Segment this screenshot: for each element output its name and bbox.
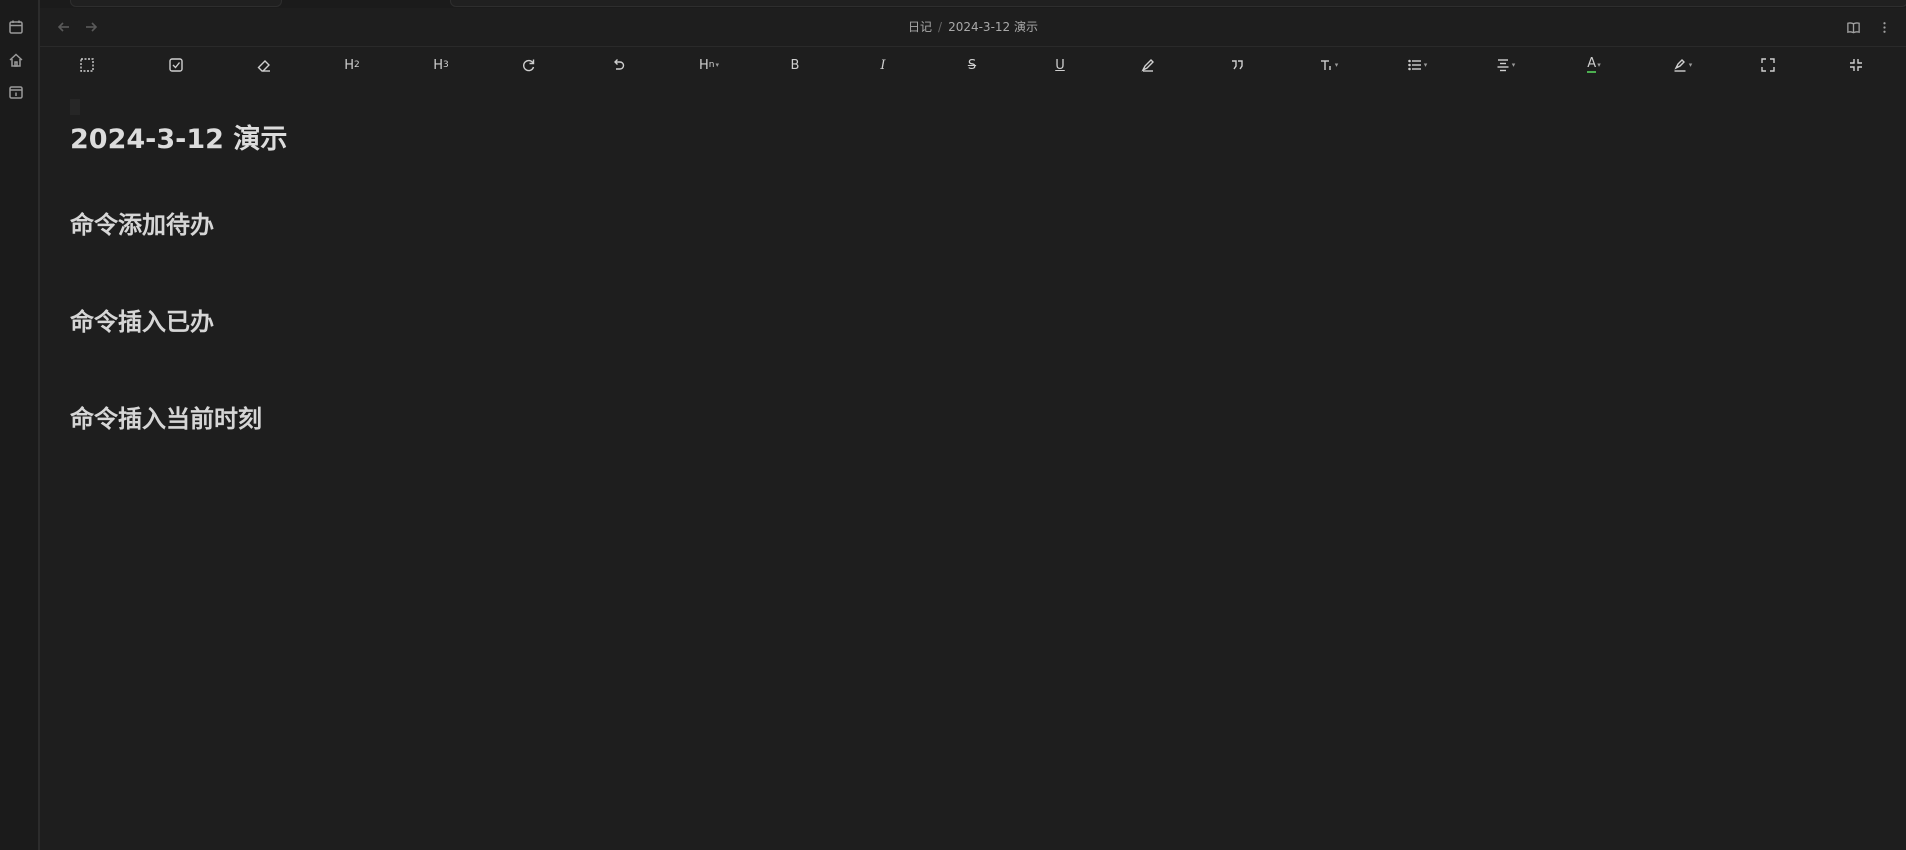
italic-button[interactable]: I xyxy=(871,55,895,75)
font-color-caret-icon: ▾ xyxy=(1597,61,1601,69)
font-color-button[interactable]: A ▾ xyxy=(1579,55,1609,75)
heading-insert-time[interactable]: 命令插入当前时刻 xyxy=(70,399,262,434)
heading-n-button[interactable]: Hn ▾ xyxy=(694,55,724,75)
strikethrough-label: S xyxy=(967,57,977,73)
fullscreen-icon[interactable] xyxy=(1756,55,1780,75)
heading-insert-done[interactable]: 命令插入已办 xyxy=(70,302,214,337)
align-icon[interactable]: ▾ xyxy=(1490,55,1520,75)
heading-2-label: H xyxy=(344,57,355,73)
tab-active-edge xyxy=(450,0,1906,7)
eraser-icon[interactable] xyxy=(252,55,276,75)
heading-add-todo[interactable]: 命令添加待办 xyxy=(70,205,214,240)
exit-fullscreen-icon[interactable] xyxy=(1844,55,1868,75)
app-window: 日记/2024-3-12 演示 H2 H3 H n ▾ B I S U ▾ ▾ … xyxy=(0,0,1906,850)
font-color-label: A xyxy=(1587,56,1597,73)
undo-icon[interactable] xyxy=(606,55,630,75)
heading-3-label: H xyxy=(433,57,444,73)
bold-button[interactable]: B xyxy=(783,55,807,75)
breadcrumb: 日记 / 2024-3-12 演示 xyxy=(40,18,1906,35)
quote-icon[interactable] xyxy=(1225,55,1249,75)
underline-label: U xyxy=(1055,57,1065,73)
highlight-color-icon[interactable]: ▾ xyxy=(1667,55,1697,75)
view-header: 日记 / 2024-3-12 演示 xyxy=(40,8,1906,46)
daily-note-icon[interactable] xyxy=(7,83,25,101)
breadcrumb-parent[interactable]: 日记 xyxy=(908,20,932,34)
heading-2-sub: 2 xyxy=(354,60,360,70)
align-caret-icon: ▾ xyxy=(1511,61,1516,69)
bold-label: B xyxy=(790,57,800,73)
heading-n-sub: n xyxy=(708,60,715,70)
tab-left-edge xyxy=(70,0,282,7)
heading-3-sub: 3 xyxy=(443,60,449,70)
editor-toolbar: H2 H3 Hn ▾ B I S U ▾ ▾ ▾ A ▾ ▾ xyxy=(40,46,1906,84)
left-ribbon xyxy=(0,0,40,850)
text-format-caret-icon: ▾ xyxy=(1334,61,1339,69)
list-icon[interactable]: ▾ xyxy=(1402,55,1432,75)
document-title[interactable]: 2024-3-12 演示 xyxy=(70,117,287,156)
checkbox-icon[interactable] xyxy=(164,55,188,75)
calendar-icon[interactable] xyxy=(7,18,25,36)
breadcrumb-current[interactable]: 2024-3-12 演示 xyxy=(948,20,1038,34)
tab-strip xyxy=(40,0,1906,8)
strikethrough-button[interactable]: S xyxy=(960,55,984,75)
heading-n-label: H xyxy=(698,57,709,73)
home-icon[interactable] xyxy=(7,51,25,69)
heading-2-button[interactable]: H2 xyxy=(340,55,364,75)
list-caret-icon: ▾ xyxy=(1423,61,1428,69)
highlight-color-caret-icon: ▾ xyxy=(1688,61,1693,69)
select-block-icon[interactable] xyxy=(75,55,99,75)
text-format-icon[interactable]: ▾ xyxy=(1313,55,1343,75)
reading-view-icon[interactable] xyxy=(1843,17,1863,37)
underline-button[interactable]: U xyxy=(1048,55,1072,75)
italic-label: I xyxy=(880,57,886,73)
redo-icon[interactable] xyxy=(517,55,541,75)
fold-indicator xyxy=(70,99,80,115)
heading-n-caret-icon: ▾ xyxy=(715,61,719,69)
highlight-pen-icon[interactable] xyxy=(1136,55,1160,75)
editor-content[interactable]: 2024-3-12 演示 命令添加待办 命令插入已办 命令插入当前时刻 xyxy=(40,83,1906,850)
heading-3-button[interactable]: H3 xyxy=(429,55,453,75)
breadcrumb-separator: / xyxy=(938,20,943,34)
more-options-icon[interactable] xyxy=(1874,17,1894,37)
